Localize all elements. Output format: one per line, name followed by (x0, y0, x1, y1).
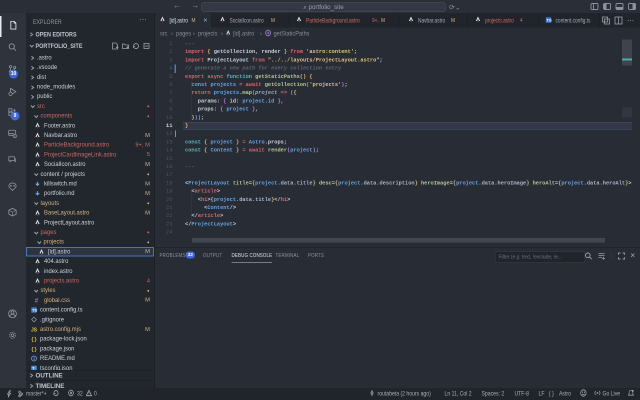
svg-text:TS: TS (547, 17, 552, 22)
svg-text:TS: TS (32, 308, 37, 313)
svg-text:{}: {} (31, 337, 37, 342)
svg-text:#: # (35, 298, 39, 303)
svg-text:{}: {} (31, 347, 37, 352)
svg-text:JS: JS (31, 327, 37, 332)
